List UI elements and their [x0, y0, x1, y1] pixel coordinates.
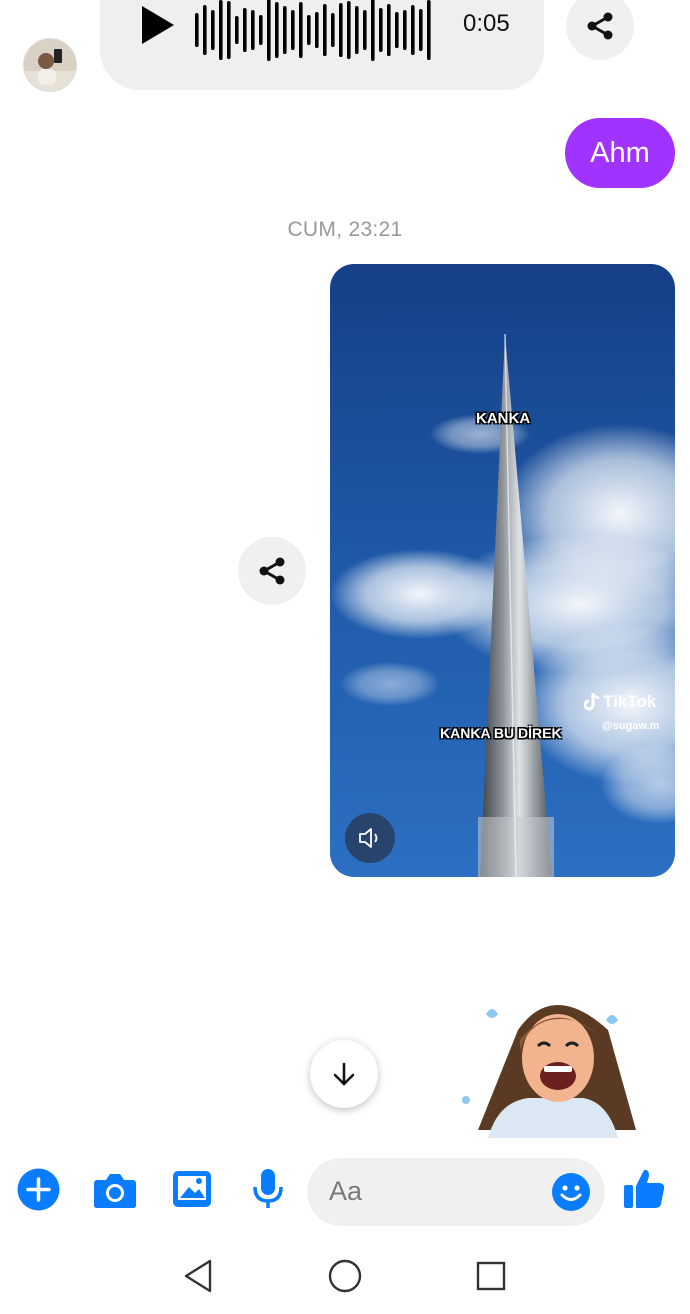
thumbs-up-icon	[624, 1169, 665, 1208]
voice-duration: 0:05	[463, 10, 510, 37]
nav-back-button[interactable]	[176, 1254, 220, 1298]
waveform-bar	[291, 10, 295, 50]
recents-square-icon	[476, 1261, 506, 1291]
camera-icon	[94, 1174, 136, 1208]
video-caption-bottom: KANKA BU DİREK	[440, 725, 562, 741]
home-circle-icon	[328, 1259, 362, 1293]
tiktok-watermark: TikTok	[584, 692, 656, 712]
nav-home-button[interactable]	[323, 1254, 367, 1298]
waveform-bar	[267, 0, 271, 61]
emoji-icon	[552, 1173, 590, 1211]
plus-icon	[17, 1168, 60, 1211]
waveform-bar	[235, 16, 239, 44]
waveform-bar	[347, 1, 351, 59]
nav-recents-button[interactable]	[469, 1254, 513, 1298]
waveform-bar	[315, 12, 319, 48]
waveform-bar	[251, 10, 255, 50]
waveform-bar	[355, 6, 359, 54]
waveform-bar	[243, 8, 247, 52]
waveform-bar	[299, 2, 303, 58]
video-frame	[330, 264, 675, 877]
sent-message-bubble[interactable]: Ahm	[565, 118, 675, 188]
waveform-bar	[371, 0, 375, 61]
waveform-bar	[203, 5, 207, 55]
waveform-bar	[283, 6, 287, 54]
waveform-bar	[403, 10, 407, 50]
waveform-bar	[323, 4, 327, 56]
back-triangle-icon	[184, 1259, 212, 1293]
tiktok-username: @sugaw.m	[602, 720, 660, 732]
tiktok-icon	[584, 692, 600, 711]
gallery-button[interactable]	[172, 1169, 212, 1209]
share-video-button[interactable]	[238, 537, 306, 605]
share-voice-button[interactable]	[566, 0, 634, 60]
tiktok-brand: TikTok	[603, 692, 657, 711]
shared-video[interactable]: KANKA KANKA BU DİREK TikTok @sugaw.m	[330, 264, 675, 877]
share-icon	[259, 557, 285, 585]
speaker-icon	[359, 828, 378, 848]
waveform-bar	[331, 13, 335, 47]
microphone-icon	[253, 1169, 283, 1208]
waveform-bar	[395, 12, 399, 48]
emoji-button[interactable]	[551, 1172, 591, 1212]
waveform-bar	[275, 2, 279, 58]
gallery-icon	[173, 1171, 211, 1207]
waveform-bar	[411, 5, 415, 55]
arrow-down-icon	[333, 1062, 355, 1086]
message-timestamp: CUM, 23:21	[287, 218, 403, 241]
message-composer[interactable]	[307, 1158, 605, 1226]
play-icon[interactable]	[138, 4, 178, 46]
waveform-bar	[419, 9, 423, 51]
waveform-bar	[307, 15, 311, 45]
share-icon	[587, 12, 613, 40]
video-caption-top: KANKA	[476, 410, 531, 427]
avatar[interactable]	[23, 38, 77, 92]
waveform-bar	[379, 8, 383, 52]
camera-button[interactable]	[93, 1170, 137, 1210]
waveform-bar	[195, 13, 199, 47]
laughing-avatar-sticker[interactable]	[458, 990, 648, 1138]
sound-toggle-button[interactable]	[345, 813, 395, 863]
more-actions-button[interactable]	[17, 1168, 60, 1211]
waveform-bar	[227, 1, 231, 59]
audio-waveform[interactable]	[192, 0, 436, 64]
waveform-bar	[427, 0, 431, 60]
waveform-bar	[219, 0, 223, 60]
waveform-bar	[387, 4, 391, 56]
waveform-bar	[259, 15, 263, 45]
waveform-bar	[363, 10, 367, 50]
message-input[interactable]	[329, 1176, 529, 1207]
waveform-bar	[211, 10, 215, 50]
waveform-bar	[339, 3, 343, 57]
like-button[interactable]	[622, 1166, 666, 1210]
voice-record-button[interactable]	[251, 1168, 285, 1210]
scroll-to-bottom-button[interactable]	[310, 1040, 378, 1108]
